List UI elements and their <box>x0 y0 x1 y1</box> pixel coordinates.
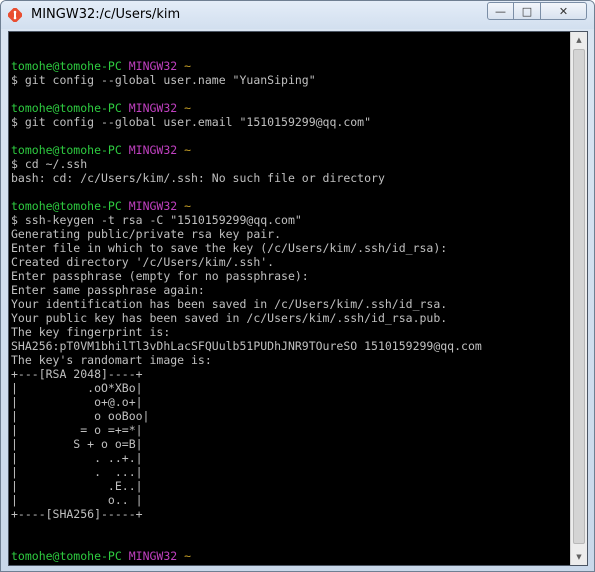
prompt-path: ~ <box>184 549 192 563</box>
prompt-user: tomohe@tomohe-PC <box>11 101 122 115</box>
input-prompt-symbol: $ <box>11 563 25 565</box>
prompt-line: tomohe@tomohe-PC MINGW32 ~ <box>9 549 571 563</box>
prompt-host: MINGW32 <box>128 199 178 213</box>
prompt-line: tomohe@tomohe-PC MINGW32 ~ <box>9 59 571 73</box>
output-line: | .E..| <box>11 479 143 493</box>
output-line: | = o =+=*| <box>11 423 143 437</box>
output-line: Generating public/private rsa key pair. <box>11 227 282 241</box>
prompt-host: MINGW32 <box>128 59 178 73</box>
scroll-up-arrow-icon: ▲ <box>576 36 582 44</box>
prompt-path: ~ <box>184 143 192 157</box>
output-line: The key's randomart image is: <box>11 353 212 367</box>
maximize-icon: □ <box>521 4 533 18</box>
output-line: Enter same passphrase again: <box>11 283 205 297</box>
output-line: bash: cd: /c/Users/kim/.ssh: No such fil… <box>11 171 385 185</box>
output-line: Created directory '/c/Users/kim/.ssh'. <box>11 255 275 269</box>
scroll-up-button[interactable]: ▲ <box>571 32 587 48</box>
output-line: | . ..+.| <box>11 451 143 465</box>
prompt-path: ~ <box>184 199 192 213</box>
output-line: | o ooBoo| <box>11 409 150 423</box>
prompt-line: tomohe@tomohe-PC MINGW32 ~ <box>9 143 571 157</box>
prompt-user: tomohe@tomohe-PC <box>11 143 122 157</box>
prompt-line: tomohe@tomohe-PC MINGW32 ~ <box>9 101 571 115</box>
terminal-window: MINGW32:/c/Users/kim — □ ✕ tomohe@tomohe… <box>0 0 595 572</box>
prompt-user: tomohe@tomohe-PC <box>11 199 122 213</box>
output-line: $ cd ~/.ssh <box>11 157 88 171</box>
window-title: MINGW32:/c/Users/kim <box>31 7 181 22</box>
prompt-user: tomohe@tomohe-PC <box>11 59 122 73</box>
output-line: | . ...| <box>11 465 143 479</box>
scrollbar-thumb[interactable] <box>573 49 585 544</box>
terminal-output[interactable]: tomohe@tomohe-PC MINGW32 ~ $ git config -… <box>9 45 571 565</box>
prompt-host: MINGW32 <box>128 549 178 563</box>
maximize-button[interactable]: □ <box>514 2 541 20</box>
terminal-client-area[interactable]: tomohe@tomohe-PC MINGW32 ~ $ git config -… <box>8 31 588 566</box>
command-input-line[interactable]: $ <box>9 563 571 565</box>
prompt-line: tomohe@tomohe-PC MINGW32 ~ <box>9 199 571 213</box>
prompt-host: MINGW32 <box>128 143 178 157</box>
output-line: The key fingerprint is: <box>11 325 171 339</box>
text-cursor <box>24 564 26 565</box>
output-line: | .oO*XBo| <box>11 381 143 395</box>
vertical-scrollbar[interactable]: ▲ ▼ <box>570 32 587 565</box>
output-line: +----[SHA256]-----+ <box>11 507 143 521</box>
output-line: Enter file in which to save the key (/c/… <box>11 241 448 255</box>
minimize-button[interactable]: — <box>487 2 514 20</box>
output-line: $ git config --global user.name "YuanSip… <box>11 73 316 87</box>
prompt-path: ~ <box>184 101 192 115</box>
minimize-icon: — <box>495 4 506 18</box>
prompt-host: MINGW32 <box>128 101 178 115</box>
output-line: | o.. | <box>11 493 143 507</box>
output-line: SHA256:pT0VM1bhilTl3vDhLacSFQUulb51PUDhJ… <box>11 339 482 353</box>
output-line: Your public key has been saved in /c/Use… <box>11 311 448 325</box>
title-bar[interactable]: MINGW32:/c/Users/kim — □ ✕ <box>1 1 594 29</box>
prompt-path: ~ <box>184 59 192 73</box>
output-line: +---[RSA 2048]----+ <box>11 367 143 381</box>
scroll-down-arrow-icon: ▼ <box>576 553 582 561</box>
output-line: | S + o o=B| <box>11 437 143 451</box>
output-line: Enter passphrase (empty for no passphras… <box>11 269 309 283</box>
output-line: $ ssh-keygen -t rsa -C "1510159299@qq.co… <box>11 213 302 227</box>
mingw-git-icon <box>8 8 22 22</box>
output-line: Your identification has been saved in /c… <box>11 297 448 311</box>
output-line: | o+@.o+| <box>11 395 143 409</box>
close-icon: ✕ <box>558 4 569 18</box>
scroll-down-button[interactable]: ▼ <box>571 549 587 565</box>
close-button[interactable]: ✕ <box>541 2 587 20</box>
prompt-user: tomohe@tomohe-PC <box>11 549 122 563</box>
output-line: $ git config --global user.email "151015… <box>11 115 372 129</box>
